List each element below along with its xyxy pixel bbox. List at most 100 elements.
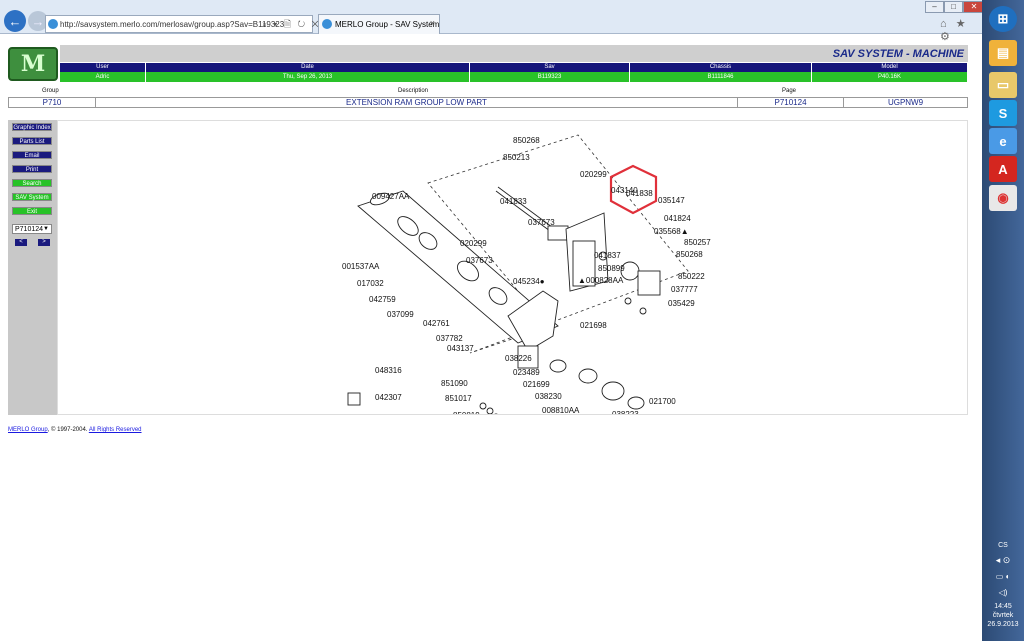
- print-button[interactable]: Print: [12, 165, 52, 173]
- merlo-logo: M: [8, 47, 58, 81]
- chrome-app-icon[interactable]: ◉: [989, 185, 1017, 211]
- val-sav: B119323: [470, 72, 630, 82]
- copyright-text: , © 1997-2004.: [47, 427, 88, 433]
- rights-link[interactable]: All Rights Reserved: [89, 427, 142, 433]
- acrobat-app-icon[interactable]: A: [989, 156, 1017, 182]
- part-label[interactable]: 020299: [580, 170, 607, 179]
- part-label[interactable]: 041837: [594, 251, 621, 260]
- folder-app-icon[interactable]: ▤: [989, 40, 1017, 66]
- part-label[interactable]: 038223: [612, 410, 639, 419]
- parts-list-button[interactable]: Parts List: [12, 137, 52, 145]
- browser-tab[interactable]: MERLO Group - SAV System ×: [318, 14, 440, 34]
- page-code: P710124: [738, 98, 844, 107]
- sav-system-button[interactable]: SAV System: [12, 193, 52, 201]
- ie-tab-icon: [322, 19, 332, 29]
- next-page-button[interactable]: >: [38, 239, 50, 246]
- explorer-app-icon[interactable]: ▭: [989, 72, 1017, 98]
- part-label[interactable]: 850268: [676, 250, 703, 259]
- part-label[interactable]: 850222: [678, 272, 705, 281]
- prev-page-button[interactable]: <: [15, 239, 27, 246]
- search-button[interactable]: Search: [12, 179, 52, 187]
- browser-tools[interactable]: ⌂ ★ ⚙: [940, 17, 982, 43]
- group-description: EXTENSION RAM GROUP LOW PART: [96, 98, 738, 107]
- part-label[interactable]: 041838: [626, 189, 653, 198]
- part-label[interactable]: 042759: [369, 295, 396, 304]
- minimize-button[interactable]: –: [925, 1, 944, 13]
- exit-button[interactable]: Exit: [12, 207, 52, 215]
- part-label[interactable]: 041824: [664, 214, 691, 223]
- network-icon[interactable]: ▭ ◐: [982, 572, 1024, 581]
- part-label[interactable]: 041833: [500, 197, 527, 206]
- part-label[interactable]: 038230: [535, 392, 562, 401]
- col-sav: Sav: [470, 63, 630, 72]
- browser-window: ← → http://savsystem.merlo.com/merlosav/…: [0, 0, 985, 641]
- part-label[interactable]: 021698: [580, 321, 607, 330]
- exploded-diagram: 850268 850213 020299 043140 041833 037673 0418…: [57, 120, 968, 434]
- arrow-left-icon: ←: [8, 13, 22, 29]
- clock-date: 26.9.2013: [987, 621, 1019, 628]
- part-label[interactable]: 850257: [684, 238, 711, 247]
- val-date: Thu, Sep 26, 2013: [146, 72, 470, 82]
- part-label[interactable]: 021699: [523, 380, 550, 389]
- label-description: Description: [398, 88, 429, 94]
- ie-page-icon: [48, 19, 58, 29]
- part-label[interactable]: 035147: [658, 196, 685, 205]
- part-label[interactable]: 037673: [528, 218, 555, 227]
- part-label[interactable]: 850268: [513, 136, 540, 145]
- part-label[interactable]: 043137: [447, 344, 474, 353]
- label-group: Group: [42, 88, 59, 94]
- label-page: Page: [782, 88, 797, 94]
- system-title: SAV SYSTEM - MACHINE: [60, 45, 968, 62]
- merlo-group-link[interactable]: MERLO Group: [8, 427, 48, 433]
- part-label[interactable]: 035429: [668, 299, 695, 308]
- skype-app-icon[interactable]: S: [989, 100, 1017, 126]
- chevron-down-icon: ▼: [43, 226, 49, 232]
- part-label[interactable]: 021700: [649, 397, 676, 406]
- tab-close-icon[interactable]: ×: [430, 18, 435, 28]
- part-label[interactable]: 037782: [436, 334, 463, 343]
- part-label[interactable]: 045234●: [513, 277, 545, 286]
- volume-icon[interactable]: ◁): [982, 588, 1024, 597]
- part-label[interactable]: 851017: [445, 394, 472, 403]
- part-label[interactable]: 042307: [375, 393, 402, 402]
- clock-time[interactable]: 14:45: [982, 602, 1024, 611]
- part-label[interactable]: 037673: [466, 256, 493, 265]
- part-label[interactable]: 048316: [375, 366, 402, 375]
- maximize-button[interactable]: □: [944, 1, 963, 13]
- window-controls: – □ ✕: [925, 1, 985, 13]
- email-button[interactable]: Email: [12, 151, 52, 159]
- part-label[interactable]: 038226: [505, 354, 532, 363]
- back-button[interactable]: ←: [4, 10, 26, 32]
- part-label[interactable]: 001537AA: [342, 262, 380, 271]
- address-url: http://savsystem.merlo.com/merlosav/grou…: [60, 19, 285, 29]
- tab-title: MERLO Group - SAV System: [335, 20, 440, 29]
- part-label[interactable]: 009427AA: [372, 192, 410, 201]
- header-columns: User Date Sav Chassis Model: [60, 63, 968, 72]
- part-label[interactable]: 850819: [453, 411, 480, 420]
- group-labels: Group Description Page: [8, 88, 968, 96]
- part-label[interactable]: 017032: [357, 279, 384, 288]
- ie-app-icon[interactable]: e: [989, 128, 1017, 154]
- page-select[interactable]: P710124 ▼: [12, 224, 52, 234]
- part-label[interactable]: 037777: [671, 285, 698, 294]
- graphic-index-button[interactable]: Graphic Index: [12, 123, 52, 131]
- part-label[interactable]: 850899: [598, 264, 625, 273]
- part-label[interactable]: ▲000828AA: [578, 276, 624, 285]
- group-info-row: P710 EXTENSION RAM GROUP LOW PART P71012…: [8, 97, 968, 108]
- tray-icons[interactable]: ◂ ⊙: [982, 556, 1024, 565]
- arrow-right-icon: →: [31, 13, 45, 29]
- part-label[interactable]: 851090: [441, 379, 468, 388]
- part-label[interactable]: 035568▲: [654, 227, 689, 236]
- lang-indicator[interactable]: CS: [982, 541, 1024, 550]
- ugp-code: UGPNW9: [887, 98, 924, 107]
- part-label[interactable]: 008810AA: [542, 406, 580, 415]
- part-label[interactable]: 042761: [423, 319, 450, 328]
- start-orb-icon[interactable]: ⊞: [989, 6, 1017, 32]
- part-label[interactable]: 020299: [460, 239, 487, 248]
- part-label[interactable]: 037099: [387, 310, 414, 319]
- group-code: P710: [9, 98, 96, 107]
- part-label[interactable]: 850213: [503, 153, 530, 162]
- address-controls[interactable]: ⌕ ▾ 🗎 ↻ ✕: [262, 17, 321, 33]
- part-label[interactable]: 023489: [513, 368, 540, 377]
- clock-day: čtvrtek: [992, 612, 1014, 619]
